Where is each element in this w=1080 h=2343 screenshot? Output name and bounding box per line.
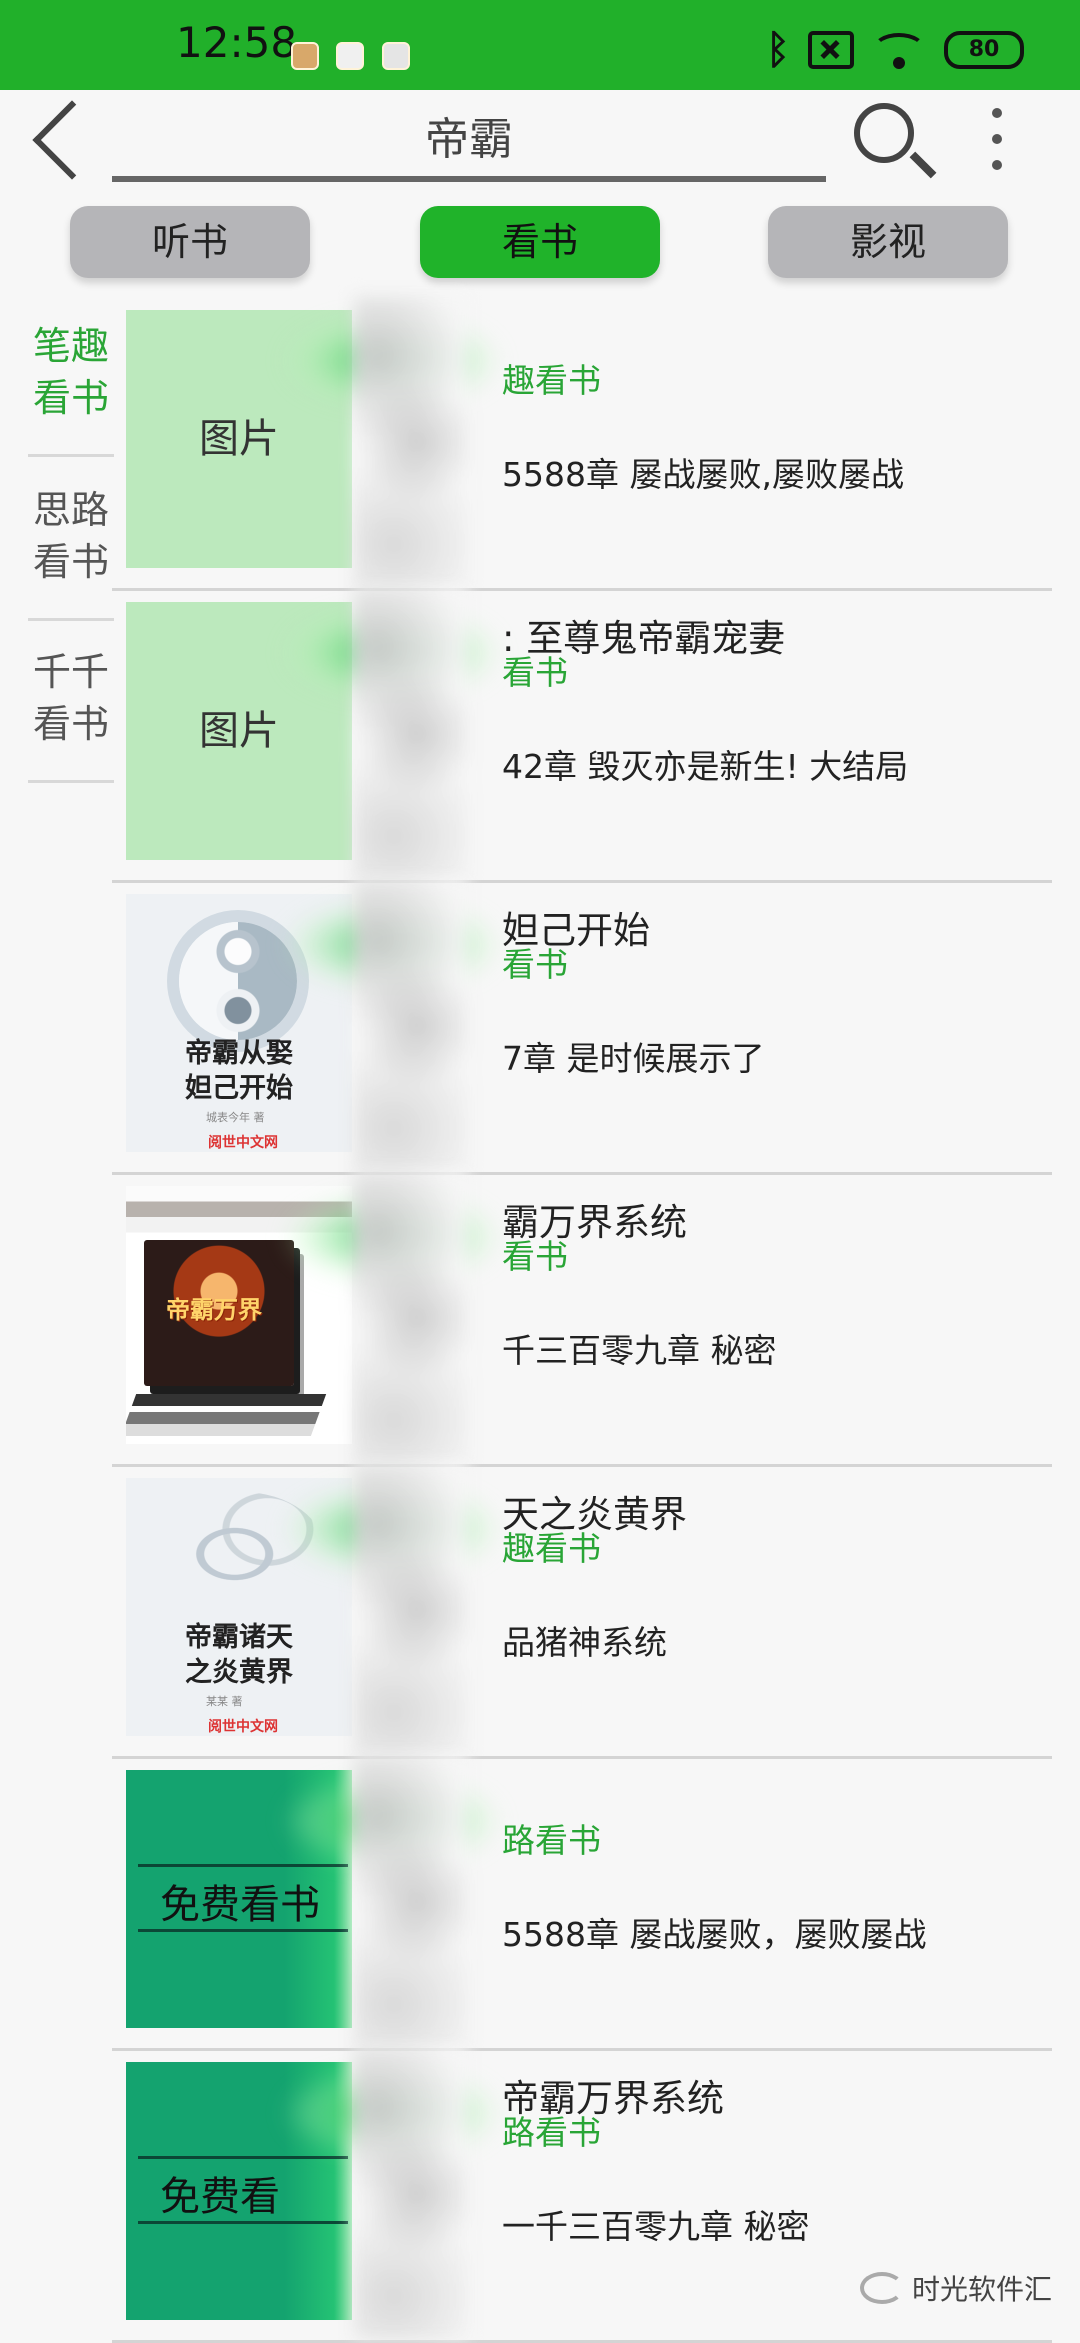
no-sim-icon	[808, 31, 854, 69]
book-source: 看书	[502, 653, 568, 692]
source-silu[interactable]: 思路 看书	[28, 484, 114, 621]
status-bar: 12:58 ᛒ 80	[0, 0, 1080, 90]
watermark-text: 时光软件汇	[911, 2273, 1052, 2306]
book-source: 看书	[502, 1237, 568, 1276]
latest-chapter: 千三百零九章 秘密	[502, 1331, 777, 1370]
latest-chapter: 5588章 屡战屡败,屡败屡战	[502, 455, 904, 494]
blurred-text-area	[354, 1464, 468, 1756]
search-result-row[interactable]: 帝霸万界 霸万界系统 看书 千三百零九章 秘密	[112, 1172, 1052, 1467]
latest-chapter: 5588章 屡战屡败，屡败屡战	[502, 1915, 927, 1954]
tab-video[interactable]: 影视	[768, 206, 1008, 278]
cover-text: 免费看	[160, 2174, 280, 2220]
search-result-row[interactable]: 帝霸从娶 妲己开始 城表今年 著 阅世中文网 妲己开始 看书 7章 是时候展示了	[112, 880, 1052, 1175]
blurred-text-area	[354, 296, 468, 588]
watermark: 时光软件汇	[859, 2268, 1052, 2308]
cover-text: 免费看书	[160, 1882, 320, 1928]
battery-icon: 80	[944, 31, 1024, 69]
search-result-row[interactable]: 图片 趣看书 5588章 屡战屡败,屡败屡战	[112, 296, 1052, 591]
app-icon	[382, 42, 410, 70]
book-stack	[131, 1394, 327, 1406]
cover-title: 帝霸万界	[166, 1295, 262, 1324]
status-time: 12:58	[176, 18, 298, 67]
book-source: 趣看书	[502, 1529, 601, 1568]
cover-title: 帝霸从娶 妲己开始	[185, 1038, 293, 1104]
tab-read[interactable]: 看书	[420, 206, 660, 278]
latest-chapter: 42章 毁灭亦是新生! 大结局	[502, 747, 909, 786]
search-result-row[interactable]: 免费看书 路看书 5588章 屡战屡败，屡败屡战	[112, 1756, 1052, 2051]
source-biquge[interactable]: 笔趣 看书	[28, 320, 114, 457]
blurred-text-area	[354, 1172, 468, 1464]
cover-author: 城表今年 著	[206, 1111, 265, 1124]
latest-chapter: 7章 是时候展示了	[502, 1039, 765, 1078]
cover-author: 某某 著	[206, 1695, 243, 1708]
search-query[interactable]: 帝霸	[112, 100, 826, 182]
status-icons: ᛒ 80	[766, 30, 1024, 70]
latest-chapter: 品猪神系统	[502, 1623, 667, 1662]
app-icon	[291, 42, 319, 70]
yin-yang-icon	[179, 922, 297, 1040]
book-source: 看书	[502, 945, 568, 984]
wechat-icon	[859, 2272, 904, 2304]
source-qianqian[interactable]: 千千 看书	[28, 646, 114, 783]
blurred-text-area	[354, 588, 468, 880]
back-icon[interactable]	[32, 100, 112, 180]
wifi-icon	[872, 33, 926, 69]
cover-logo: 阅世中文网	[208, 1719, 278, 1735]
cover-logo: 阅世中文网	[208, 1135, 278, 1151]
more-vertical-icon[interactable]	[992, 108, 1002, 172]
tab-listen[interactable]: 听书	[70, 206, 310, 278]
app-icon	[336, 42, 364, 70]
blurred-text-area	[354, 2048, 468, 2340]
book-source: 路看书	[502, 1821, 601, 1860]
latest-chapter: 一千三百零九章 秘密	[502, 2207, 810, 2246]
book-source: 路看书	[502, 2113, 601, 2152]
search-result-row[interactable]: 图片 : 至尊鬼帝霸宠妻 看书 42章 毁灭亦是新生! 大结局	[112, 588, 1052, 883]
search-result-row[interactable]: 帝霸诸天 之炎黄界 某某 著 阅世中文网 天之炎黄界 趣看书 品猪神系统	[112, 1464, 1052, 1759]
bluetooth-icon: ᛒ	[766, 27, 790, 73]
blurred-text-area	[354, 1756, 468, 2048]
book-source: 趣看书	[502, 361, 601, 400]
search-icon[interactable]	[854, 103, 914, 163]
blurred-text-area	[354, 880, 468, 1172]
cover-title: 帝霸诸天 之炎黄界	[185, 1622, 293, 1688]
